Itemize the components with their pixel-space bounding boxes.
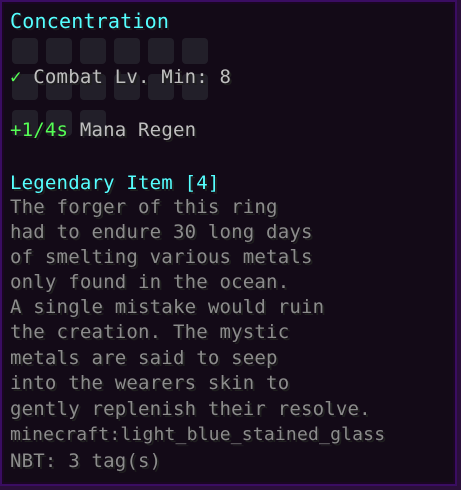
lore-line: The forger of this ring <box>10 196 278 218</box>
requirement-text: Combat Lv. Min: 8 <box>33 66 232 88</box>
lore-line: metals are said to seep <box>10 347 278 369</box>
lore-line: into the wearers skin to <box>10 372 290 394</box>
stat-line: +1/4s Mana Regen <box>10 117 196 143</box>
check-icon: ✓ <box>10 66 22 88</box>
item-title: Concentration <box>10 9 170 33</box>
lore-line: of smelting various metals <box>10 246 313 268</box>
item-id: minecraft:light_blue_stained_glass <box>10 424 386 445</box>
stat-value: +1/4s <box>10 119 69 141</box>
item-tooltip: Concentration ✓ Combat Lv. Min: 8 +1/4s … <box>0 0 457 486</box>
lore-line: had to endure 30 long days <box>10 221 313 243</box>
requirement-line: ✓ Combat Lv. Min: 8 <box>10 64 231 90</box>
lore-line: only found in the ocean. <box>10 271 290 293</box>
lore-line: gently replenish their resolve. <box>10 398 371 420</box>
lore-line: A single mistake would ruin <box>10 296 325 318</box>
lore-line: the creation. The mystic <box>10 321 290 343</box>
stat-name: Mana Regen <box>79 119 197 141</box>
nbt-info: NBT: 3 tag(s) <box>10 450 162 472</box>
item-tier: Legendary Item [4] <box>10 172 220 194</box>
